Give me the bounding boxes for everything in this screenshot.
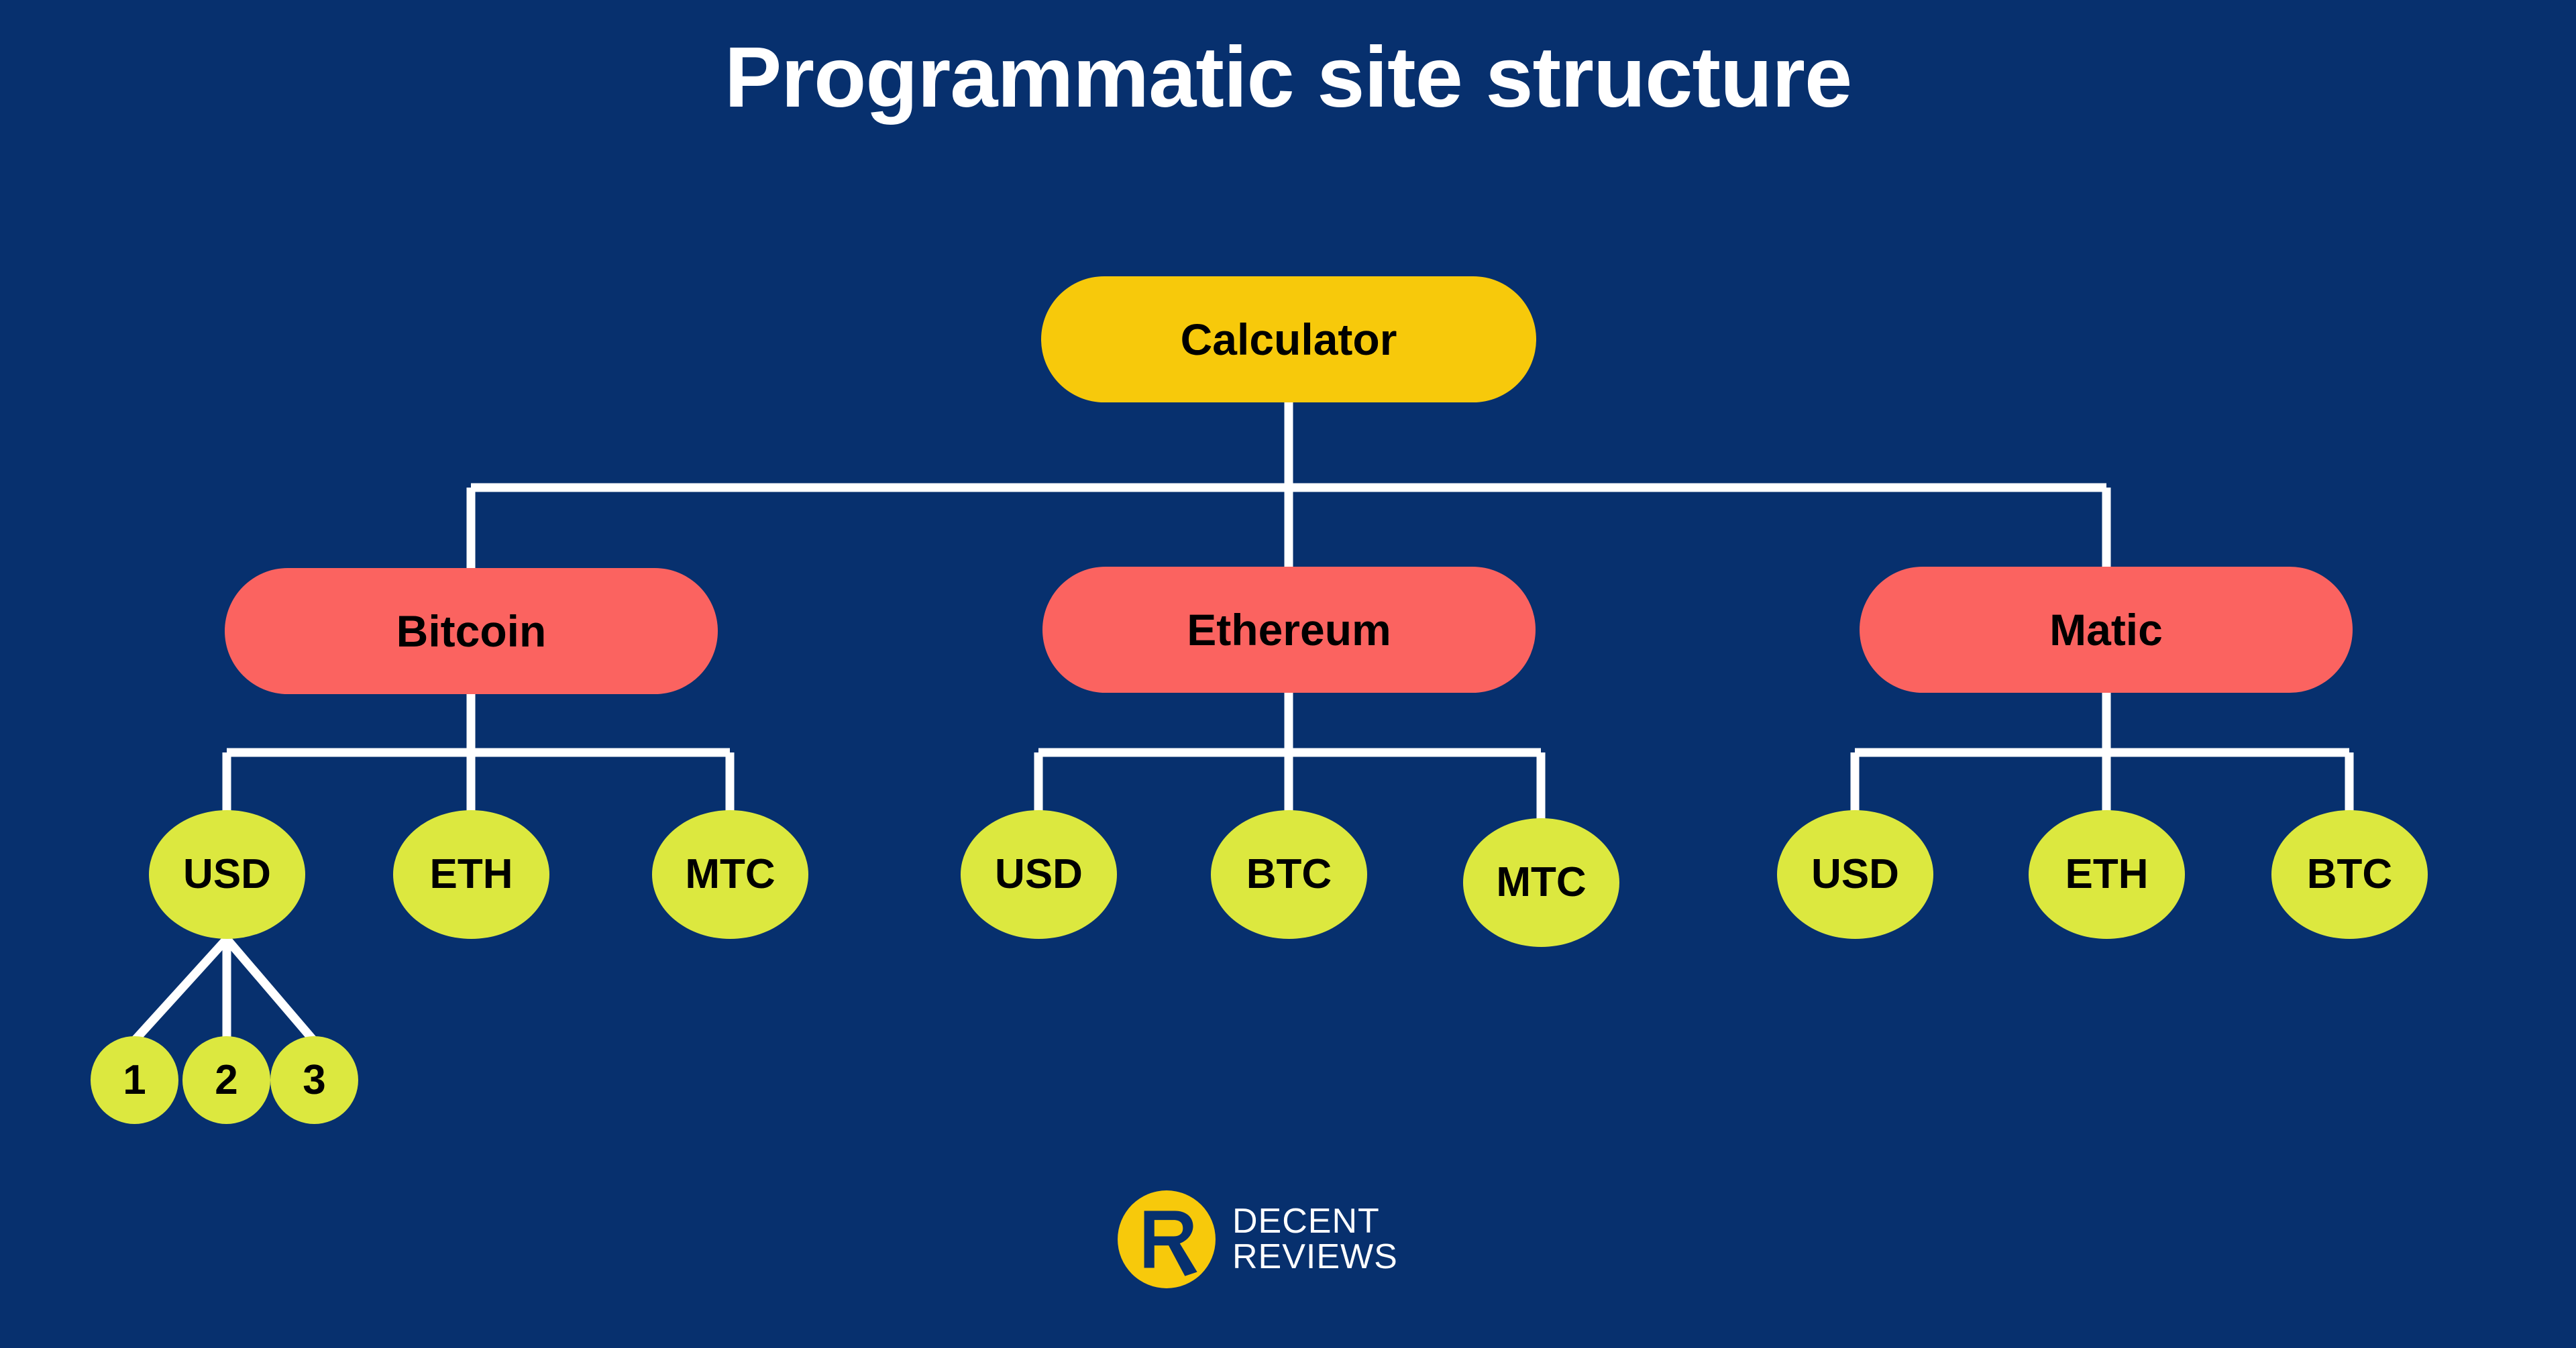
edge-usd-to-1 <box>131 936 230 1044</box>
node-matic[interactable]: Matic <box>1860 567 2353 693</box>
node-ethereum[interactable]: Ethereum <box>1042 567 1536 693</box>
node-ethereum-label: Ethereum <box>1187 605 1391 655</box>
node-ethereum-usd[interactable]: USD <box>961 810 1117 939</box>
node-usd-leaf-2[interactable]: 2 <box>182 1036 270 1124</box>
node-matic-usd-label: USD <box>1811 851 1899 897</box>
node-bitcoin-eth[interactable]: ETH <box>393 810 549 939</box>
node-usd-leaf-2-label: 2 <box>215 1056 238 1103</box>
node-matic-btc[interactable]: BTC <box>2271 810 2428 939</box>
diagram-canvas: Programmatic site structure Calculator B… <box>0 0 2576 1348</box>
logo-line-2: REVIEWS <box>1232 1237 1398 1276</box>
node-bitcoin-mtc-label: MTC <box>685 851 775 897</box>
node-ethereum-mtc[interactable]: MTC <box>1463 818 1619 947</box>
node-ethereum-btc[interactable]: BTC <box>1211 810 1367 939</box>
logo-line-1: DECENT <box>1232 1201 1380 1241</box>
node-calculator[interactable]: Calculator <box>1041 276 1536 402</box>
node-usd-leaf-1-label: 1 <box>123 1056 146 1103</box>
node-bitcoin-mtc[interactable]: MTC <box>652 810 808 939</box>
node-usd-leaf-3-label: 3 <box>303 1056 326 1103</box>
node-matic-eth-label: ETH <box>2065 851 2149 897</box>
node-ethereum-btc-label: BTC <box>1246 851 1332 897</box>
node-ethereum-usd-label: USD <box>995 851 1083 897</box>
page-title: Programmatic site structure <box>724 30 1852 125</box>
node-bitcoin[interactable]: Bitcoin <box>225 568 718 694</box>
node-bitcoin-eth-label: ETH <box>429 851 513 897</box>
brand-logo: DECENT REVIEWS <box>1116 1179 1464 1300</box>
node-ethereum-mtc-label: MTC <box>1496 859 1587 905</box>
node-calculator-label: Calculator <box>1180 315 1397 364</box>
node-matic-usd[interactable]: USD <box>1777 810 1933 939</box>
node-matic-btc-label: BTC <box>2306 851 2393 897</box>
edge-usd-to-3 <box>223 936 317 1044</box>
logo-r-monogram-icon <box>1116 1188 1218 1290</box>
logo-wordmark: DECENT REVIEWS <box>1232 1201 1398 1276</box>
node-bitcoin-label: Bitcoin <box>396 606 547 656</box>
node-bitcoin-usd[interactable]: USD <box>149 810 305 939</box>
node-usd-leaf-1[interactable]: 1 <box>91 1036 178 1124</box>
node-usd-leaf-3[interactable]: 3 <box>270 1036 358 1124</box>
node-bitcoin-usd-label: USD <box>183 851 271 897</box>
node-matic-label: Matic <box>2049 605 2163 655</box>
node-matic-eth[interactable]: ETH <box>2029 810 2185 939</box>
